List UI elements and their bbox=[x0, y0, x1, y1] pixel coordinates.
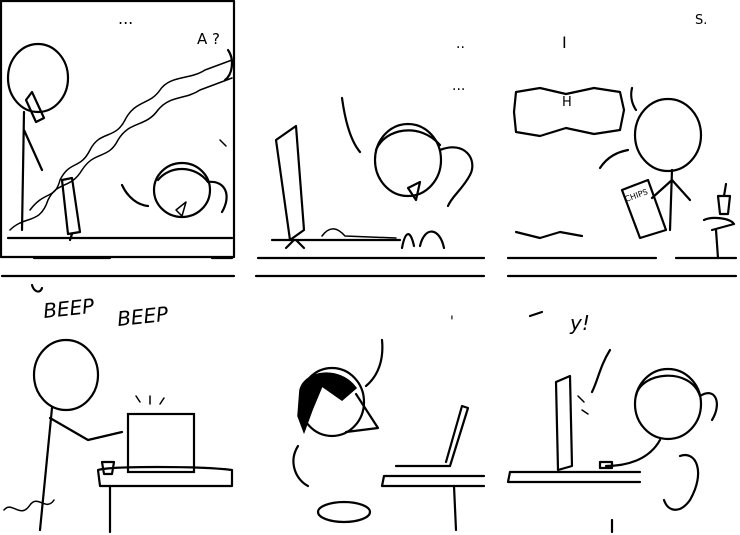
cup-icon bbox=[716, 182, 732, 216]
beeping-device-icon bbox=[126, 412, 196, 474]
panel-2-dots-1: .. bbox=[456, 36, 465, 52]
panel-1-trail-text: A ? bbox=[197, 30, 220, 48]
desk-leg bbox=[452, 484, 458, 532]
panel-3-top-right-text: S. bbox=[695, 13, 707, 28]
panel-6-exclaim: y! bbox=[569, 311, 590, 335]
standing-figure-head bbox=[6, 42, 70, 114]
monitor-icon bbox=[274, 124, 306, 242]
smoke-trail bbox=[3, 499, 55, 512]
chair-seat bbox=[316, 500, 372, 524]
broken-sign-bottom bbox=[514, 230, 584, 240]
side-table bbox=[702, 216, 736, 260]
standing-figure-body bbox=[20, 110, 44, 232]
panel-3: S. I H CHIPS bbox=[506, 13, 738, 260]
motion-line bbox=[364, 338, 384, 388]
beep-text-1: BEEP bbox=[42, 294, 96, 323]
motion-line bbox=[120, 183, 150, 208]
standing-figure-head bbox=[633, 97, 703, 173]
hand-on-mouse bbox=[321, 228, 397, 239]
ponytail-icon bbox=[438, 146, 474, 208]
panel-1: ... A ? bbox=[0, 0, 236, 260]
standing-figure-body bbox=[650, 168, 692, 232]
ring-lines bbox=[577, 395, 589, 415]
tick-mark bbox=[219, 139, 227, 147]
chair-back bbox=[292, 444, 310, 488]
monitor-stand bbox=[284, 238, 306, 250]
desk-surface bbox=[380, 474, 486, 488]
smoke-curl bbox=[223, 48, 234, 82]
panel-5: ' bbox=[254, 274, 486, 532]
arm-line bbox=[604, 438, 662, 468]
ponytail-icon bbox=[698, 392, 718, 422]
panel-2: .. ... bbox=[256, 36, 486, 260]
monitor-icon bbox=[60, 176, 82, 242]
panel-4: BEEP BEEP bbox=[0, 274, 236, 534]
motion-line bbox=[590, 348, 612, 394]
beep-lines bbox=[135, 395, 165, 405]
desk-surface bbox=[506, 470, 642, 484]
sound-mark bbox=[528, 310, 544, 318]
panel-6: y! bbox=[506, 274, 738, 534]
sound-mark bbox=[30, 283, 44, 293]
standing-figure-head bbox=[32, 338, 100, 412]
motion-line bbox=[630, 86, 638, 112]
laptop-icon bbox=[394, 404, 470, 468]
beep-text-2: BEEP bbox=[116, 302, 170, 331]
motion-line bbox=[340, 96, 362, 154]
panel-2-dots-2: ... bbox=[452, 78, 465, 94]
arm-lines bbox=[400, 230, 446, 250]
sitting-person-head bbox=[373, 122, 443, 198]
panel-5-mark: ' bbox=[450, 314, 454, 330]
comic-strip: ... A ? .. ... S. I H CHIPS BEEP BEEP ' … bbox=[0, 0, 738, 534]
chips-bag-label: CHIPS bbox=[624, 187, 650, 204]
sitting-person-head bbox=[633, 367, 703, 441]
sign-text: H bbox=[562, 95, 572, 110]
chair-back bbox=[662, 453, 700, 511]
panel-1-ellipsis: ... bbox=[118, 9, 133, 28]
motion-line-lower bbox=[598, 148, 630, 170]
sitting-person-head bbox=[152, 161, 212, 219]
panel-3-top-left-text: I bbox=[562, 33, 567, 52]
monitor-icon bbox=[554, 374, 574, 472]
